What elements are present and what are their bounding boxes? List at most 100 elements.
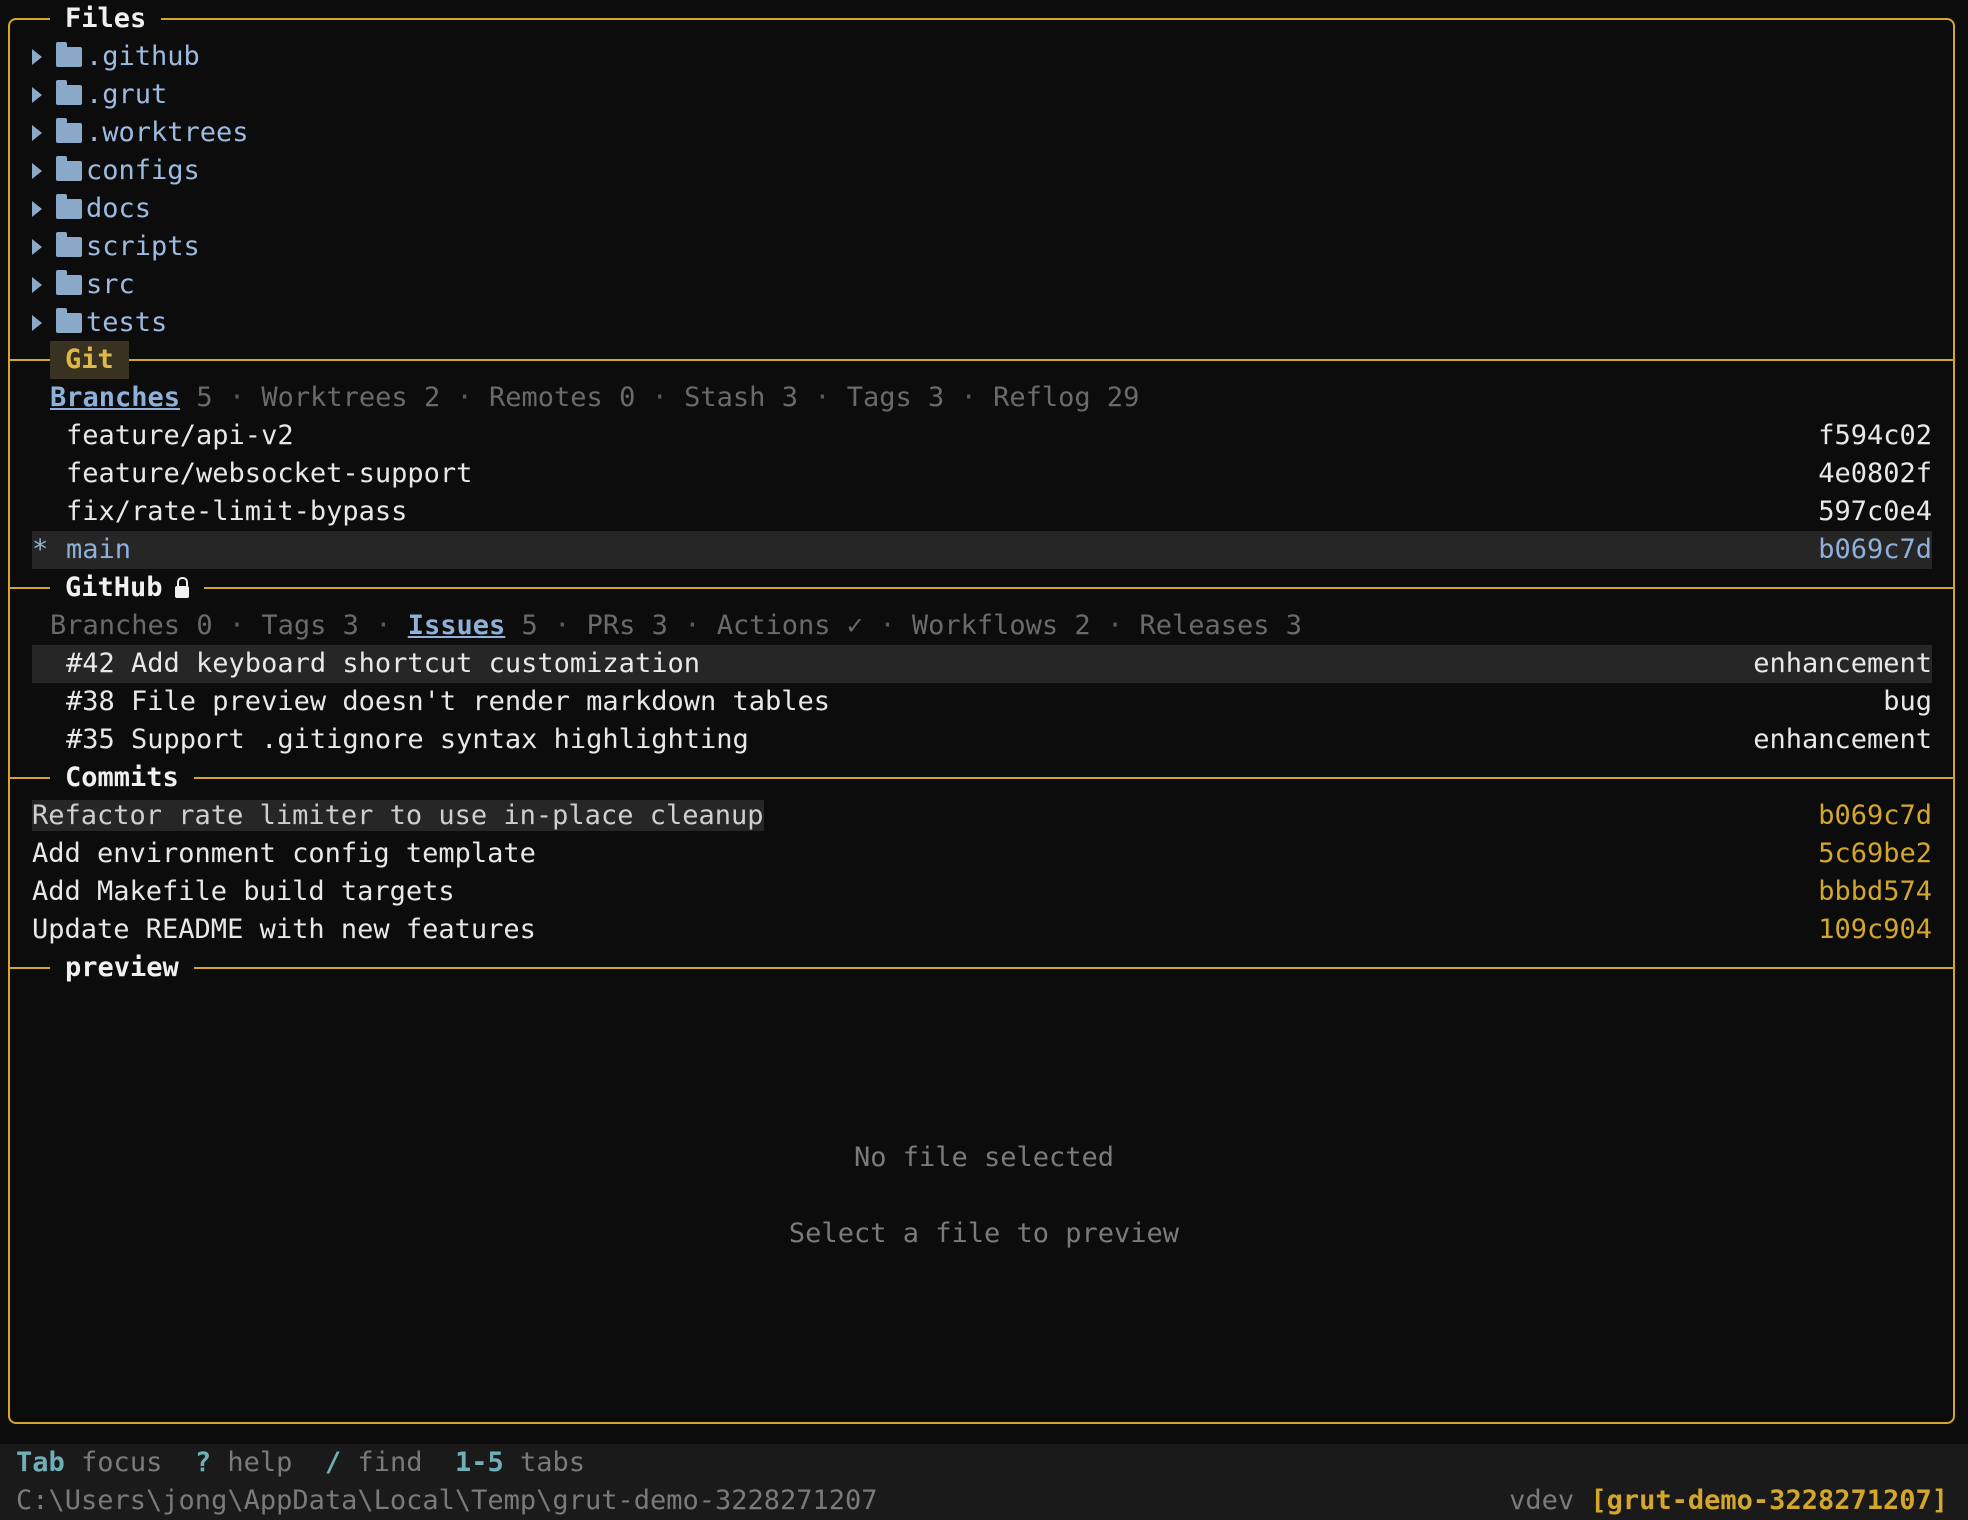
- key-tab: Tab: [16, 1447, 65, 1478]
- issue-title: #42 Add keyboard shortcut customization: [66, 648, 700, 679]
- branch-row[interactable]: fix/rate-limit-bypass 597c0e4: [32, 493, 1932, 531]
- preview-empty-title: No file selected: [853, 1142, 1115, 1173]
- section-title-files[interactable]: Files: [50, 0, 162, 38]
- tree-item[interactable]: tests: [32, 304, 167, 342]
- tab-gh-workflows[interactable]: Workflows: [912, 610, 1058, 641]
- tab-gh-issues[interactable]: Issues: [408, 610, 506, 641]
- tree-item-label: docs: [86, 193, 152, 224]
- divider-github: [8, 587, 1955, 589]
- tab-gh-actions[interactable]: Actions: [717, 610, 831, 641]
- divider-preview: [8, 967, 1955, 969]
- check-icon: ✓: [846, 610, 864, 641]
- commit-hash: 5c69be2: [1818, 838, 1932, 869]
- key-tabs: 1-5: [455, 1447, 504, 1478]
- tree-item-label: .worktrees: [86, 117, 249, 148]
- tab-count: 0: [619, 382, 636, 413]
- issue-label: bug: [1883, 686, 1932, 717]
- commit-hash: 109c904: [1818, 914, 1932, 945]
- version-label: vdev: [1509, 1485, 1575, 1516]
- tab-count: 2: [423, 382, 441, 413]
- chevron-right-icon: [32, 201, 42, 217]
- preview-empty-hint: Select a file to preview: [788, 1218, 1180, 1249]
- tab-reflog[interactable]: Reflog: [993, 382, 1091, 413]
- tree-item[interactable]: configs: [32, 152, 200, 190]
- branch-row[interactable]: feature/api-v2 f594c02: [32, 417, 1932, 455]
- tab-gh-branches[interactable]: Branches: [50, 610, 180, 641]
- section-title-github[interactable]: GitHub: [50, 569, 204, 607]
- tab-gh-tags[interactable]: Tags: [261, 610, 326, 641]
- tab-stash[interactable]: Stash: [684, 382, 765, 413]
- tab-gh-prs[interactable]: PRs: [587, 610, 636, 641]
- branch-name: main: [66, 534, 132, 565]
- tree-item-label: .github: [86, 41, 200, 72]
- issue-title: #38 File preview doesn't render markdown…: [66, 686, 831, 717]
- tree-item[interactable]: .github: [32, 38, 200, 76]
- tree-item[interactable]: .grut: [32, 76, 167, 114]
- tab-branches[interactable]: Branches: [50, 382, 180, 413]
- key-desc: find: [357, 1447, 423, 1478]
- commit-message: Refactor rate limiter to use in-place cl…: [32, 800, 764, 831]
- chevron-right-icon: [32, 125, 42, 141]
- commit-message: Add Makefile build targets: [32, 876, 455, 907]
- commit-message: Add environment config template: [32, 838, 536, 869]
- commit-message: Update README with new features: [32, 914, 536, 945]
- chevron-right-icon: [32, 87, 42, 103]
- tab-count: 5: [521, 610, 538, 641]
- branch-row-current[interactable]: * main b069c7d: [32, 531, 1932, 569]
- tree-item[interactable]: .worktrees: [32, 114, 249, 152]
- tree-item[interactable]: scripts: [32, 228, 200, 266]
- chevron-right-icon: [32, 49, 42, 65]
- folder-icon: [56, 80, 82, 105]
- branch-name: feature/websocket-support: [66, 458, 473, 489]
- divider-git: [8, 359, 1955, 361]
- branch-name: feature/api-v2: [66, 420, 294, 451]
- chevron-right-icon: [32, 163, 42, 179]
- tab-worktrees[interactable]: Worktrees: [261, 382, 407, 413]
- lock-icon: [174, 577, 189, 598]
- issue-row[interactable]: #38 File preview doesn't render markdown…: [32, 683, 1932, 721]
- tree-item[interactable]: docs: [32, 190, 151, 228]
- keybinding-hints: Tab focus ? help / find 1-5 tabs: [16, 1444, 585, 1482]
- status-bar: Tab focus ? help / find 1-5 tabs C:\User…: [0, 1444, 1968, 1520]
- key-desc: focus: [81, 1447, 163, 1478]
- section-title-git[interactable]: Git: [50, 341, 129, 379]
- folder-icon: [56, 232, 82, 257]
- tab-remotes[interactable]: Remotes: [489, 382, 603, 413]
- git-tabs: Branches 5 · Worktrees 2 · Remotes 0 · S…: [50, 382, 1140, 413]
- tree-item[interactable]: src: [32, 266, 135, 304]
- tree-item-label: configs: [86, 155, 200, 186]
- folder-icon: [56, 118, 82, 143]
- issue-title: #35 Support .gitignore syntax highlighti…: [66, 724, 749, 755]
- current-branch-marker: *: [32, 534, 49, 565]
- commit-row[interactable]: Update README with new features 109c904: [32, 911, 1932, 949]
- github-title-label: GitHub: [65, 572, 163, 603]
- key-find: /: [324, 1447, 342, 1478]
- branch-hash: b069c7d: [1818, 534, 1932, 565]
- commit-row[interactable]: Add Makefile build targets bbbd574: [32, 873, 1932, 911]
- commit-row[interactable]: Refactor rate limiter to use in-place cl…: [32, 797, 1932, 835]
- commit-row[interactable]: Add environment config template 5c69be2: [32, 835, 1932, 873]
- tree-item-label: src: [86, 269, 135, 300]
- tab-gh-releases[interactable]: Releases: [1139, 610, 1269, 641]
- divider-commits: [8, 777, 1955, 779]
- tab-count: 5: [196, 382, 213, 413]
- section-title-preview[interactable]: preview: [50, 949, 194, 987]
- folder-icon: [56, 308, 82, 333]
- repo-info: vdev [grut-demo-3228271207]: [1509, 1482, 1948, 1520]
- section-title-commits[interactable]: Commits: [50, 759, 194, 797]
- current-path: C:\Users\jong\AppData\Local\Temp\grut-de…: [16, 1485, 878, 1516]
- issue-label: enhancement: [1753, 724, 1932, 755]
- branch-hash: 4e0802f: [1818, 458, 1932, 489]
- tab-count: 2: [1074, 610, 1091, 641]
- tab-tags[interactable]: Tags: [847, 382, 912, 413]
- repo-badge: [grut-demo-3228271207]: [1590, 1485, 1948, 1516]
- chevron-right-icon: [32, 315, 42, 331]
- issue-label: enhancement: [1753, 648, 1932, 679]
- tab-count: 0: [196, 610, 213, 641]
- branch-row[interactable]: feature/websocket-support 4e0802f: [32, 455, 1932, 493]
- key-desc: tabs: [520, 1447, 586, 1478]
- tree-item-label: scripts: [86, 231, 200, 262]
- chevron-right-icon: [32, 239, 42, 255]
- issue-row[interactable]: #35 Support .gitignore syntax highlighti…: [32, 721, 1932, 759]
- issue-row[interactable]: #42 Add keyboard shortcut customization e…: [32, 645, 1932, 683]
